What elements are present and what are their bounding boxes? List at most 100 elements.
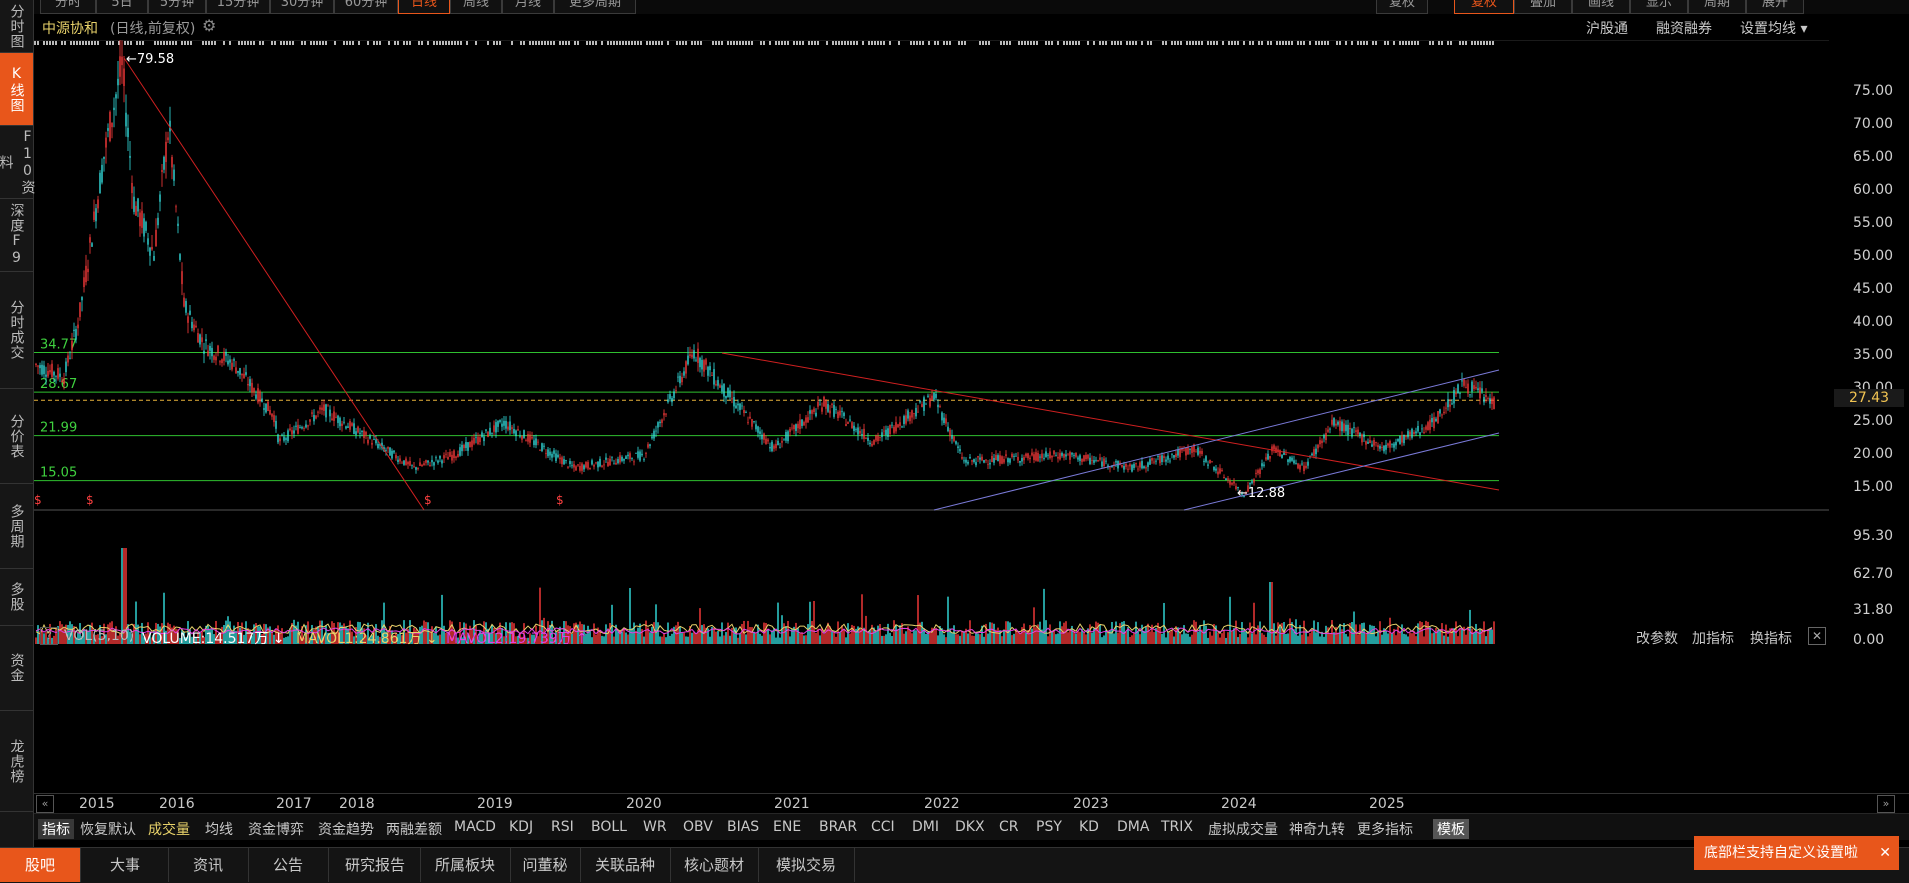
overlay-button[interactable]: 叠加 bbox=[1514, 0, 1572, 14]
close-icon[interactable]: ✕ bbox=[1808, 627, 1826, 645]
close-icon[interactable]: ✕ bbox=[1879, 836, 1891, 870]
indicator-1[interactable]: 恢复默认 bbox=[80, 819, 136, 839]
fuquan-button[interactable]: 复权 bbox=[1454, 0, 1514, 14]
info-dot bbox=[799, 41, 801, 45]
bottom-tab-1[interactable]: 大事 bbox=[82, 848, 169, 882]
draw-button[interactable]: 画线 bbox=[1572, 0, 1630, 14]
indicator-25[interactable]: 神奇九转 bbox=[1289, 819, 1345, 839]
indicator-4[interactable]: 资金博弈 bbox=[248, 819, 304, 839]
info-dot bbox=[238, 41, 240, 45]
bottom-tab-8[interactable]: 核心题材 bbox=[670, 848, 759, 882]
candle-body bbox=[1095, 460, 1096, 461]
info-dot bbox=[1102, 41, 1104, 45]
period-15min[interactable]: 15分钟 bbox=[206, 0, 270, 14]
gear-icon[interactable]: ⚙ bbox=[202, 16, 220, 34]
indicator-2[interactable]: 成交量 bbox=[148, 819, 190, 839]
period-5day[interactable]: 5日 bbox=[96, 0, 148, 14]
indicator-18[interactable]: DKX bbox=[955, 819, 985, 835]
indicator-16[interactable]: CCI bbox=[871, 819, 895, 835]
kline-chart[interactable]: 34.7728.6721.9915.05←79.58←12.88$ $ $ $ bbox=[34, 40, 1829, 652]
candle-body bbox=[863, 429, 864, 439]
bottom-tab-0[interactable]: 股吧 bbox=[0, 848, 81, 882]
indicator-12[interactable]: OBV bbox=[683, 819, 713, 835]
indicator-17[interactable]: DMI bbox=[912, 819, 939, 835]
indicator-8[interactable]: KDJ bbox=[509, 819, 533, 835]
period-fenshi[interactable]: 分时 bbox=[40, 0, 96, 14]
period-30min[interactable]: 30分钟 bbox=[270, 0, 334, 14]
indicator-21[interactable]: KD bbox=[1079, 819, 1099, 835]
indicator-6[interactable]: 两融差额 bbox=[386, 819, 442, 839]
bottom-tab-4[interactable]: 研究报告 bbox=[330, 848, 421, 882]
info-dot bbox=[1402, 41, 1404, 45]
adjust-button[interactable]: 复权 bbox=[1376, 0, 1428, 14]
nav-depth[interactable]: 深度F9 bbox=[0, 199, 33, 272]
indicator-26[interactable]: 更多指标 bbox=[1357, 819, 1413, 839]
period-more[interactable]: 更多周期 bbox=[554, 0, 636, 14]
candle-body bbox=[765, 439, 766, 445]
cycle-button[interactable]: 周期 bbox=[1688, 0, 1746, 14]
bottom-tab-6[interactable]: 问董秘 bbox=[510, 848, 581, 882]
dividend-marker: $ bbox=[34, 493, 42, 507]
info-dot bbox=[250, 41, 252, 45]
period-60min[interactable]: 60分钟 bbox=[334, 0, 398, 14]
period-5min[interactable]: 5分钟 bbox=[148, 0, 206, 14]
nav-trades[interactable]: 分时成交 bbox=[0, 272, 33, 389]
period-monthly[interactable]: 月线 bbox=[502, 0, 554, 14]
candle-body bbox=[1053, 451, 1054, 454]
add-indicator-button[interactable]: 加指标 bbox=[1692, 628, 1734, 648]
candle-body bbox=[519, 436, 520, 437]
indicator-7[interactable]: MACD bbox=[454, 819, 496, 835]
display-button[interactable]: 显示 bbox=[1630, 0, 1688, 14]
nav-price-table[interactable]: 分价表 bbox=[0, 389, 33, 484]
nav-kline[interactable]: K线图 bbox=[0, 53, 33, 126]
nav-multi-stock[interactable]: 多股 bbox=[0, 569, 33, 626]
nav-dragon-tiger[interactable]: 龙虎榜 bbox=[0, 711, 33, 812]
indicator-19[interactable]: CR bbox=[999, 819, 1019, 835]
nav-capital[interactable]: 资金 bbox=[0, 626, 33, 711]
period-weekly[interactable]: 周线 bbox=[450, 0, 502, 14]
info-dot bbox=[847, 41, 849, 45]
candle-body bbox=[671, 398, 672, 402]
indicator-24[interactable]: 虚拟成交量 bbox=[1208, 819, 1278, 839]
bottom-tab-5[interactable]: 所属板块 bbox=[420, 848, 511, 882]
year-label: 2024 bbox=[1221, 796, 1257, 812]
promo-banner[interactable]: 底部栏支持自定义设置啦 ✕ bbox=[1694, 836, 1899, 870]
switch-indicator-button[interactable]: 换指标 bbox=[1750, 628, 1792, 648]
nav-fenshi[interactable]: 分时图 bbox=[0, 0, 33, 53]
indicator-11[interactable]: WR bbox=[643, 819, 667, 835]
indicator-10[interactable]: BOLL bbox=[591, 819, 627, 835]
bottom-tab-2[interactable]: 资讯 bbox=[168, 848, 249, 882]
indicator-14[interactable]: ENE bbox=[773, 819, 801, 835]
indicator-23[interactable]: TRIX bbox=[1161, 819, 1193, 835]
indicator-13[interactable]: BIAS bbox=[727, 819, 759, 835]
indicator-3[interactable]: 均线 bbox=[205, 819, 233, 839]
candle-body bbox=[97, 199, 98, 208]
candle-body bbox=[385, 450, 386, 451]
bottom-tab-3[interactable]: 公告 bbox=[248, 848, 329, 882]
nav-f10[interactable]: F10资料 bbox=[0, 126, 33, 199]
candle-body bbox=[967, 462, 968, 464]
bottom-tab-9[interactable]: 模拟交易 bbox=[758, 848, 855, 882]
expand-button[interactable]: 展开 bbox=[1746, 0, 1804, 14]
nav-multi-period[interactable]: 多周期 bbox=[0, 484, 33, 569]
indicator-0[interactable]: 指标 bbox=[38, 819, 74, 839]
help-icon[interactable]: ? bbox=[40, 627, 58, 645]
margin-link[interactable]: 融资融券 bbox=[1656, 18, 1712, 38]
candle-body bbox=[1415, 431, 1416, 433]
scroll-right-icon[interactable]: » bbox=[1877, 795, 1895, 813]
indicator-20[interactable]: PSY bbox=[1036, 819, 1062, 835]
hgt-link[interactable]: 沪股通 bbox=[1586, 18, 1628, 38]
set-ma-link[interactable]: 设置均线 ▾ bbox=[1740, 18, 1807, 38]
info-dot bbox=[1150, 41, 1152, 45]
indicator-9[interactable]: RSI bbox=[551, 819, 574, 835]
candle-body bbox=[269, 410, 270, 415]
indicator-15[interactable]: BRAR bbox=[819, 819, 857, 835]
period-daily[interactable]: 日线 bbox=[398, 0, 450, 14]
change-params-button[interactable]: 改参数 bbox=[1636, 628, 1678, 648]
scroll-left-icon[interactable]: « bbox=[36, 795, 54, 813]
bottom-tab-7[interactable]: 关联品种 bbox=[580, 848, 671, 882]
indicator-5[interactable]: 资金趋势 bbox=[318, 819, 374, 839]
candle-body bbox=[365, 432, 366, 435]
indicator-27[interactable]: 模板 bbox=[1433, 819, 1469, 839]
indicator-22[interactable]: DMA bbox=[1117, 819, 1149, 835]
